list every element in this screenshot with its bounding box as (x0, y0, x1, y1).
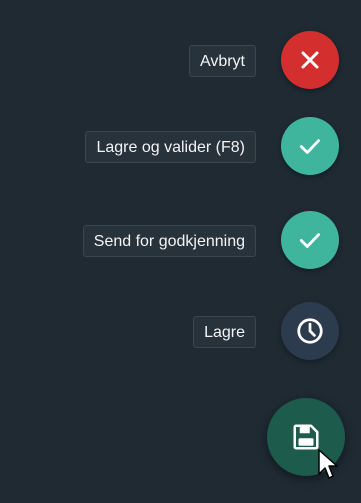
save-label[interactable]: Lagre (193, 316, 256, 348)
send-approval-button[interactable] (281, 211, 339, 269)
send-approval-label[interactable]: Send for godkjenning (82, 225, 256, 257)
save-draft-button[interactable] (281, 302, 339, 360)
speed-dial-send-approval: Send for godkjenning (0, 211, 361, 271)
speed-dial-save: Lagre (0, 302, 361, 362)
speed-dial-cancel: Avbryt (0, 31, 361, 91)
clock-icon (297, 318, 323, 344)
speed-dial-save-validate: Lagre og valider (F8) (0, 117, 361, 177)
check-icon (299, 233, 321, 248)
check-icon (299, 139, 321, 154)
save-validate-label[interactable]: Lagre og valider (F8) (85, 131, 256, 163)
cancel-button[interactable] (281, 31, 339, 89)
close-icon (301, 51, 319, 69)
speed-dial-menu: Avbryt Lagre og valider (F8) Send for go… (0, 0, 361, 503)
save-validate-button[interactable] (281, 117, 339, 175)
cancel-label[interactable]: Avbryt (188, 45, 256, 77)
mouse-cursor-icon (318, 449, 338, 479)
